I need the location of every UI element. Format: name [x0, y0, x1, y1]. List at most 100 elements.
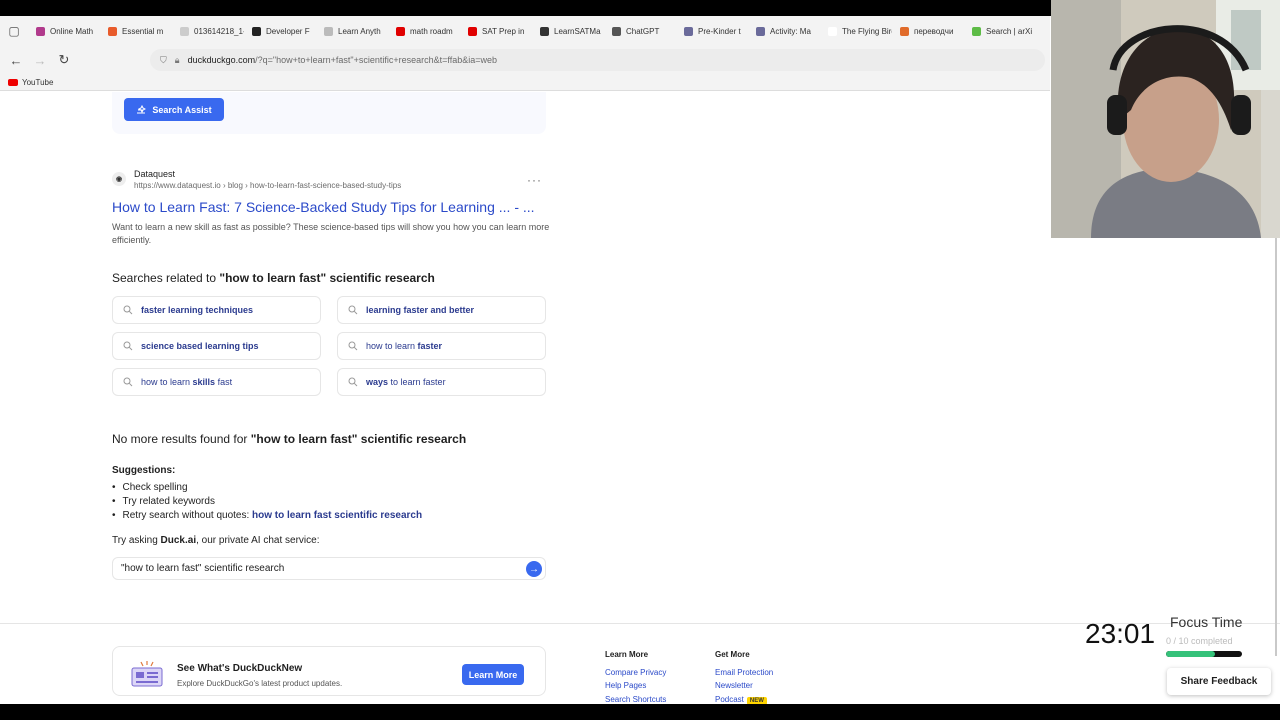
related-search-label: how to learn skills fast [141, 377, 232, 387]
footer-col-title: Get More [715, 650, 750, 659]
browser-tab[interactable]: Pre-Kinder t [676, 16, 748, 46]
tab-strip: ▢ Online Math Essential m 013614218_1-b Dev… [0, 16, 1050, 46]
related-search-item[interactable]: learning faster and better [337, 296, 546, 324]
podcast-label: Podcast [715, 694, 744, 704]
tab-label: Online Math [50, 26, 94, 36]
browser-tab[interactable]: Developer F [244, 16, 316, 46]
result-url[interactable]: https://www.dataquest.io › blog › how-to… [134, 181, 401, 190]
orange-circle-icon [900, 26, 909, 36]
ai-suffix: , our private AI chat service: [196, 535, 320, 546]
tab-actions-icon[interactable]: ▢ [0, 16, 28, 46]
url-input[interactable]: ⛉ 🔒︎ duckduckgo.com /?q="how+to+learn+fa… [150, 49, 1045, 71]
duckduck-new-title: See What's DuckDuckNew [177, 663, 303, 674]
duck-ai-query: "how to learn fast" scientific research [121, 563, 285, 574]
newspaper-icon [131, 661, 163, 687]
browser-tab[interactable]: ChatGPT [604, 16, 676, 46]
browser-tab[interactable]: SAT Prep in [460, 16, 532, 46]
browser-tab[interactable]: Activity: Ma [748, 16, 820, 46]
related-search-item[interactable]: ways to learn faster [337, 368, 546, 396]
duck-ai-input[interactable]: "how to learn fast" scientific research … [112, 557, 546, 580]
result-site-name[interactable]: Dataquest [134, 169, 401, 179]
browser-tab[interactable]: Search | arXi [964, 16, 1036, 46]
duck-ai-brand[interactable]: Duck.ai [161, 535, 197, 546]
browser-tab[interactable]: math roadm [388, 16, 460, 46]
sparkle-icon [137, 104, 147, 113]
no-more-results: No more results found for "how to learn … [112, 432, 466, 446]
compare-privacy-link[interactable]: Compare Privacy [605, 666, 666, 680]
newsletter-link[interactable]: Newsletter [715, 679, 773, 693]
related-searches-grid: faster learning techniques learning faste… [112, 296, 546, 396]
related-search-item[interactable]: science based learning tips [112, 332, 321, 360]
related-plain-after: to learn faster [388, 377, 446, 387]
orange-face-icon [108, 26, 117, 36]
related-bold-part: faster [417, 341, 443, 351]
help-pages-link[interactable]: Help Pages [605, 679, 666, 693]
learn-more-button[interactable]: Learn More [462, 664, 524, 685]
tab-label: Developer F [266, 26, 310, 36]
none [828, 26, 837, 36]
related-bold-part: skills [192, 377, 216, 387]
related-search-item[interactable]: faster learning techniques [112, 296, 321, 324]
related-search-item[interactable]: how to learn skills fast [112, 368, 321, 396]
tab-label: math roadm [410, 26, 453, 36]
browser-tab[interactable]: LearnSATMa [532, 16, 604, 46]
share-feedback-button[interactable]: Share Feedback [1167, 668, 1271, 695]
browser-tab[interactable]: The Flying Birds [820, 16, 892, 46]
tab-label: Activity: Ma [770, 26, 811, 36]
send-arrow-icon[interactable]: → [526, 561, 542, 577]
focus-time-label: Focus Time [1170, 614, 1243, 630]
search-assist-card: Search Assist [112, 92, 546, 134]
related-search-label: science based learning tips [141, 341, 259, 351]
suggestion-item: Try related keywords [112, 495, 422, 509]
search-assist-label: Search Assist [152, 104, 212, 115]
footer-get-more-column: Get More Email Protection Newsletter Pod… [715, 648, 773, 708]
retry-without-quotes-link[interactable]: how to learn fast scientific research [252, 510, 422, 521]
tab-label: Essential m [122, 26, 164, 36]
search-icon [348, 305, 358, 315]
browser-tab[interactable]: переводчи [892, 16, 964, 46]
suggestions-title: Suggestions: [112, 465, 176, 476]
green-icon [972, 26, 981, 36]
focus-progress-fill [1166, 651, 1216, 657]
reload-icon[interactable]: ↻ [56, 52, 72, 68]
back-icon[interactable]: ← [8, 52, 24, 68]
browser-tab[interactable]: Learn Anyth [316, 16, 388, 46]
duckduck-new-subtitle: Explore DuckDuckGo's latest product upda… [177, 679, 343, 688]
pen-icon [756, 26, 765, 36]
right-scrollbar[interactable] [1275, 238, 1277, 656]
purple-square-icon [36, 26, 45, 36]
openai-icon [612, 26, 621, 36]
bookmarks-bar: YouTube [0, 74, 1050, 91]
result-title-link[interactable]: How to Learn Fast: 7 Science-Backed Stud… [112, 199, 552, 215]
url-host: duckduckgo.com [187, 55, 256, 65]
result-menu-icon[interactable]: ··· [527, 173, 542, 187]
youtube-icon [396, 26, 405, 36]
globe-icon [324, 26, 333, 36]
dataquest-favicon-icon: ◉ [112, 172, 126, 186]
tab-label: Pre-Kinder t [698, 26, 741, 36]
webcam-person-image [1051, 0, 1280, 238]
youtube-icon [8, 78, 18, 86]
lock-icon: 🔒︎ [174, 54, 180, 65]
forward-icon[interactable]: → [32, 52, 48, 68]
footer-col-title: Learn More [605, 650, 649, 659]
bookmark-youtube[interactable]: YouTube [22, 78, 53, 87]
related-search-label: faster learning techniques [141, 305, 253, 315]
related-bold-part: ways [366, 377, 389, 387]
footer-learn-more-column: Learn More Compare Privacy Help Pages Se… [605, 648, 666, 706]
tab-label: Learn Anyth [338, 26, 381, 36]
related-search-item[interactable]: how to learn faster [337, 332, 546, 360]
search-assist-button[interactable]: Search Assist [124, 98, 224, 121]
related-bold-part: science based learning tips [141, 341, 259, 351]
browser-tab[interactable]: Essential m [100, 16, 172, 46]
focus-completed-count: 0 / 10 completed [1166, 636, 1233, 646]
tab-label: LearnSATMa [554, 26, 601, 36]
search-result: ◉ Dataquest https://www.dataquest.io › b… [112, 169, 552, 247]
shield-icon: ⛉ [160, 54, 167, 65]
email-protection-link[interactable]: Email Protection [715, 666, 773, 680]
search-icon [348, 377, 358, 387]
browser-tab[interactable]: Online Math [28, 16, 100, 46]
url-path: /?q="how+to+learn+fast"+scientific+resea… [255, 55, 497, 65]
related-plain-after: fast [215, 377, 233, 387]
browser-tab[interactable]: 013614218_1-b [172, 16, 244, 46]
